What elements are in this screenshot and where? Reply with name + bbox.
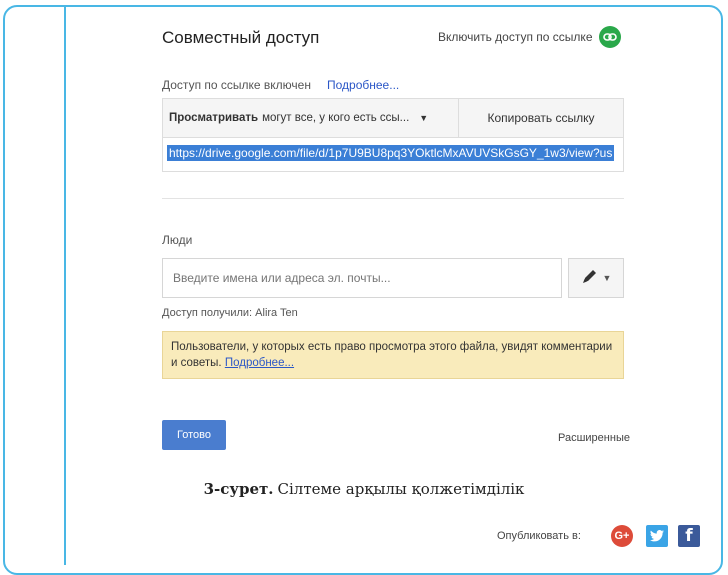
email-input[interactable]	[162, 258, 562, 298]
permission-description: могут все, у кого есть ссы...	[262, 112, 410, 124]
advanced-link[interactable]: Расширенные	[558, 432, 630, 444]
divider	[162, 198, 624, 199]
link-icon[interactable]	[599, 26, 621, 48]
facebook-icon[interactable]: f	[678, 525, 700, 547]
enable-link-sharing-label[interactable]: Включить доступ по ссылке	[438, 30, 593, 44]
notice-learn-more-link[interactable]: Подробнее...	[225, 357, 294, 369]
caption-label: 3-сурет.	[203, 480, 274, 498]
people-label: Люди	[162, 233, 193, 247]
permission-bar: Просматривать могут все, у кого есть ссы…	[162, 98, 624, 138]
learn-more-link[interactable]: Подробнее...	[327, 78, 399, 92]
twitter-icon[interactable]	[646, 525, 668, 547]
figure-caption: 3-сурет. Сілтеме арқылы қолжетімділік	[0, 480, 728, 498]
chevron-down-icon: ▼	[419, 113, 429, 123]
permission-level: Просматривать	[169, 112, 259, 124]
info-notice: Пользователи, у которых есть право просм…	[162, 331, 624, 379]
share-url-field[interactable]: https://drive.google.com/file/d/1p7U9BU8…	[162, 138, 624, 172]
permission-dropdown[interactable]: Просматривать могут все, у кого есть ссы…	[163, 99, 459, 137]
edit-permissions-button[interactable]: ▼	[568, 258, 624, 298]
publish-label: Опубликовать в:	[497, 530, 581, 542]
chevron-down-icon: ▼	[602, 273, 612, 283]
done-button[interactable]: Готово	[162, 420, 226, 450]
google-plus-icon[interactable]: G+	[611, 525, 633, 547]
dialog-title: Совместный доступ	[162, 28, 320, 47]
copy-link-button[interactable]: Копировать ссылку	[459, 99, 623, 137]
share-url-text[interactable]: https://drive.google.com/file/d/1p7U9BU8…	[167, 145, 615, 161]
caption-text: Сілтеме арқылы қолжетімділік	[277, 480, 525, 498]
shared-with-text: Доступ получили: Alira Ten	[162, 307, 298, 319]
pencil-icon	[581, 267, 599, 290]
link-status-text: Доступ по ссылке включен	[162, 78, 311, 92]
